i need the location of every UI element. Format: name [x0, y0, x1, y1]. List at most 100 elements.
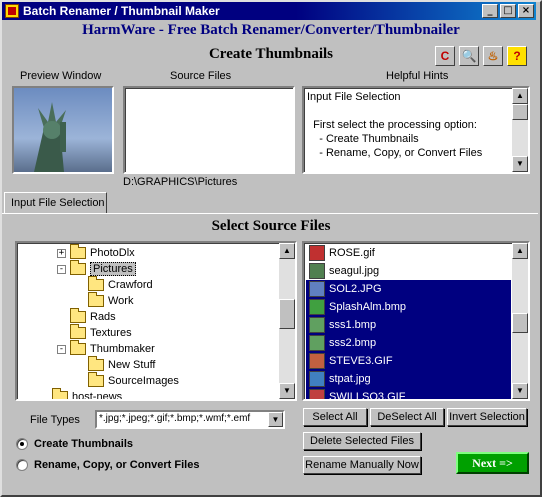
tree-node[interactable]: host-news [39, 388, 123, 401]
source-path: D:\GRAPHICS\Pictures [123, 176, 238, 188]
tree-node[interactable]: Textures [57, 324, 132, 341]
chevron-down-icon[interactable]: ▼ [268, 412, 283, 427]
folder-icon [70, 324, 86, 339]
folder-icon [88, 372, 104, 387]
file-name: sss1.bmp [329, 319, 377, 331]
helpful-hints-label: Helpful Hints [386, 70, 449, 82]
file-list-scrollbar[interactable]: ▲ ▼ [512, 243, 528, 399]
file-name: sss2.bmp [329, 337, 377, 349]
file-types-label: File Types [30, 414, 80, 426]
file-list[interactable]: ROSE.gif seagul.jpg SOL2.JPG SplashAlm.bmp s… [302, 241, 530, 401]
rename-copy-convert-radio[interactable] [16, 459, 28, 471]
image-file-icon [309, 281, 325, 297]
file-list-item[interactable]: STEVE3.GIF [306, 352, 511, 370]
scroll-down-icon[interactable]: ▼ [512, 156, 528, 172]
app-icon [5, 4, 19, 18]
image-file-icon [309, 317, 325, 333]
folder-icon [70, 340, 86, 355]
file-list-item[interactable]: ROSE.gif [306, 244, 511, 262]
file-list-item[interactable]: stpat.jpg [306, 370, 511, 388]
tree-node-label: New Stuff [108, 359, 156, 371]
folder-icon [88, 276, 104, 291]
deselect-all-button[interactable]: DeSelect All [370, 408, 444, 426]
image-file-icon [309, 371, 325, 387]
help-icon[interactable]: ? [507, 46, 527, 66]
tree-node-label: Pictures [90, 262, 136, 276]
tree-node-label: SourceImages [108, 375, 179, 387]
tree-node[interactable]: Crawford [75, 276, 153, 293]
source-files-preview [123, 86, 295, 174]
file-list-item[interactable]: SplashAlm.bmp [306, 298, 511, 316]
create-thumbnails-label[interactable]: Create Thumbnails [34, 438, 133, 450]
create-thumbnails-radio[interactable] [16, 438, 28, 450]
tree-node-label: Rads [90, 311, 116, 323]
expand-icon[interactable]: + [57, 248, 66, 258]
title-bar[interactable]: Batch Renamer / Thumbnail Maker _ □ × [2, 2, 536, 20]
app-title: HarmWare - Free Batch Renamer/Converter/… [82, 22, 460, 38]
select-all-button[interactable]: Select All [303, 408, 367, 426]
file-list-item[interactable]: seagul.jpg [306, 262, 511, 280]
file-list-item[interactable]: SOL2.JPG [306, 280, 511, 298]
delete-selected-files-button[interactable]: Delete Selected Files [303, 432, 421, 450]
preview-label: Preview Window [20, 70, 102, 82]
tree-node[interactable]: SourceImages [75, 372, 179, 389]
folder-tree[interactable]: + PhotoDlx - Pictures Crawford Work Rads Textur… [15, 241, 297, 401]
folder-icon [52, 388, 68, 399]
file-name: stpat.jpg [329, 373, 371, 385]
close-button[interactable]: × [518, 4, 534, 18]
folder-icon [70, 244, 86, 259]
file-list-item[interactable]: sss2.bmp [306, 334, 511, 352]
image-file-icon [309, 245, 325, 261]
tree-node-label: Work [108, 295, 134, 307]
tree-node[interactable]: Rads [57, 308, 116, 325]
helpful-hints-box: Input File Selection First select the pr… [302, 86, 530, 174]
collapse-icon[interactable]: - [57, 264, 66, 274]
tree-node[interactable]: - Thumbmaker [57, 340, 155, 357]
tree-node-label: PhotoDlx [90, 247, 135, 259]
source-files-label: Source Files [170, 70, 232, 82]
tree-node-label: Textures [90, 327, 132, 339]
scroll-thumb[interactable] [279, 299, 295, 329]
file-list-item[interactable]: sss1.bmp [306, 316, 511, 334]
scroll-thumb[interactable] [512, 313, 528, 333]
magnifier-icon[interactable]: 🔍 [459, 46, 479, 66]
file-name: STEVE3.GIF [329, 355, 393, 367]
folder-icon [88, 292, 104, 307]
tree-scrollbar[interactable]: ▲ ▼ [279, 243, 295, 399]
tree-node[interactable]: Work [75, 292, 134, 309]
file-name: SWILLSO3.GIF [329, 391, 406, 401]
tree-node-label: host-news [72, 391, 123, 401]
image-file-icon [309, 299, 325, 315]
folder-icon [88, 356, 104, 371]
tree-node[interactable]: - Pictures [57, 260, 136, 277]
hints-text: Input File Selection First select the pr… [307, 91, 483, 159]
maximize-button[interactable]: □ [500, 4, 516, 18]
settings-icon[interactable]: ♨ [483, 46, 503, 66]
rename-manually-button[interactable]: Rename Manually Now [303, 456, 421, 474]
file-types-value: *.jpg;*.jpeg;*.gif;*.bmp;*.wmf;*.emf [99, 413, 251, 424]
minimize-button[interactable]: _ [482, 4, 498, 18]
hints-scrollbar[interactable]: ▲ ▼ [512, 88, 528, 172]
scroll-thumb[interactable] [512, 104, 528, 120]
file-types-select[interactable]: *.jpg;*.jpeg;*.gif;*.bmp;*.wmf;*.emf ▼ [95, 410, 285, 429]
scroll-up-icon[interactable]: ▲ [279, 243, 295, 259]
tab-input-file-selection[interactable]: Input File Selection [4, 192, 107, 214]
scroll-down-icon[interactable]: ▼ [512, 383, 528, 399]
scroll-up-icon[interactable]: ▲ [512, 243, 528, 259]
file-name: SOL2.JPG [329, 283, 382, 295]
scroll-down-icon[interactable]: ▼ [279, 383, 295, 399]
rename-copy-convert-label[interactable]: Rename, Copy, or Convert Files [34, 459, 199, 471]
tree-node[interactable]: New Stuff [75, 356, 156, 373]
tree-node[interactable]: + PhotoDlx [57, 244, 135, 261]
file-list-item[interactable]: SWILLSO3.GIF [306, 388, 511, 401]
folder-icon [70, 308, 86, 323]
folder-icon [70, 260, 86, 275]
collapse-icon[interactable]: - [57, 344, 66, 354]
image-file-icon [309, 389, 325, 399]
next-button[interactable]: Next => [456, 452, 529, 474]
scroll-up-icon[interactable]: ▲ [512, 88, 528, 104]
file-name: seagul.jpg [329, 265, 380, 277]
invert-selection-button[interactable]: Invert Selection [447, 408, 527, 426]
file-name: SplashAlm.bmp [329, 301, 407, 313]
stop-icon[interactable]: C [435, 46, 455, 66]
